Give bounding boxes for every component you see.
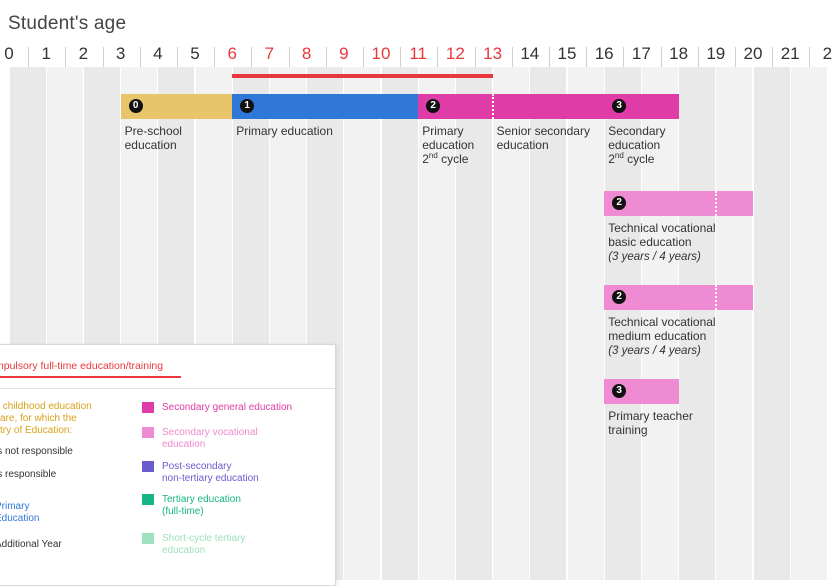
- age-tick-label: 10: [371, 44, 391, 63]
- tick-separator: [809, 47, 811, 67]
- legend-item-right: Secondary general education: [162, 402, 293, 413]
- tick-separator: [400, 47, 402, 67]
- legend-swatch: [142, 461, 154, 472]
- duration-note: (3 years / 4 years): [608, 345, 701, 357]
- age-tick-label: 0: [4, 44, 14, 63]
- age-tick-label: 7: [264, 44, 275, 63]
- age-tick-label: 6: [227, 44, 237, 63]
- bar-divider: [491, 94, 494, 119]
- tick-separator: [623, 47, 625, 67]
- age-tick-label: 8: [301, 44, 312, 63]
- bar-divider: [714, 285, 717, 310]
- legend-swatch: [142, 427, 154, 438]
- level-badge: 0: [128, 99, 143, 113]
- stage-label: Senior secondary education: [496, 124, 590, 152]
- legend-item-left: y childhood education care, for which the…: [0, 401, 92, 436]
- tick-separator: [139, 47, 141, 67]
- tick-separator: [511, 47, 513, 67]
- duration-note: (3 years / 4 years): [608, 251, 701, 263]
- legend-panel: mpulsory full-time education/training y c…: [0, 344, 336, 586]
- tick-separator: [586, 47, 588, 67]
- age-tick-label: 14: [520, 44, 540, 63]
- bar-label: Primary teacher training: [608, 409, 693, 437]
- bar-label: Technical vocational basic education (3 ye…: [608, 221, 716, 263]
- chart-title: Student's age: [8, 13, 127, 34]
- age-tick-label: 12: [445, 44, 465, 63]
- grid-column: [753, 67, 790, 580]
- legend-item-right: Post-secondary non-tertiary education: [162, 461, 259, 484]
- bar-label: Pre-school education: [124, 124, 182, 152]
- legend-swatch: [142, 494, 154, 505]
- tick-separator: [102, 47, 104, 67]
- age-tick-label: 4: [153, 44, 163, 63]
- grid-column: [716, 67, 753, 580]
- legend-item-left: Additional Year: [0, 539, 62, 550]
- tick-separator: [772, 47, 774, 67]
- tick-separator: [735, 47, 736, 67]
- age-tick-label: 19: [706, 44, 726, 63]
- legend-item-left: is responsible: [0, 469, 57, 480]
- age-tick-label: 2: [822, 44, 833, 63]
- bar-label: Primary education: [236, 124, 333, 138]
- age-tick-label: 1: [41, 44, 51, 63]
- age-tick-label: 20: [743, 44, 763, 63]
- tick-separator: [325, 47, 327, 67]
- bar-label: Secondary education 2nd cycle: [608, 124, 666, 166]
- tick-separator: [214, 47, 216, 67]
- age-tick-label: 15: [557, 44, 577, 63]
- age-tick-label: 16: [594, 44, 614, 63]
- age-tick-label: 21: [780, 44, 800, 63]
- age-tick-label: 11: [409, 44, 428, 63]
- age-tick-label: 9: [339, 44, 349, 63]
- compulsory-range-line: [232, 74, 493, 78]
- tick-separator: [251, 47, 253, 67]
- tick-separator: [65, 47, 67, 67]
- age-tick-label: 5: [190, 44, 200, 63]
- legend-item-left: is not responsible: [0, 446, 73, 457]
- grid-column: [790, 67, 827, 580]
- legend-divider: [0, 388, 335, 389]
- age-tick-label: 17: [631, 44, 651, 63]
- bar-divider: [714, 191, 717, 216]
- age-tick-label: 13: [483, 44, 503, 63]
- legend-item-right: Short-cycle tertiary education: [162, 533, 246, 556]
- tick-separator: [363, 47, 364, 67]
- tick-separator: [474, 47, 476, 67]
- legend-swatch: [142, 402, 154, 413]
- legend-item-left: PrimaryEducation: [0, 501, 40, 524]
- legend-swatch: [142, 533, 154, 544]
- tick-separator: [660, 47, 662, 67]
- legend-heading: mpulsory full-time education/training: [0, 360, 164, 372]
- grid-column: [344, 67, 381, 580]
- tick-separator: [28, 47, 30, 67]
- bar-label: Technical vocational medium education (3 y…: [608, 315, 716, 357]
- age-tick-label: 2: [78, 44, 89, 63]
- tick-separator: [437, 47, 439, 67]
- level-2-bar: [418, 94, 605, 119]
- level-2-bar: [604, 191, 753, 216]
- level-1-bar: [232, 94, 419, 119]
- legend-item-right: Secondary vocational education: [162, 427, 258, 450]
- grid-column: [381, 67, 418, 580]
- tick-separator: [288, 47, 290, 67]
- age-tick-label: 18: [669, 44, 689, 63]
- education-diagram: Student's age 0 1 2 3 4 5 6 7 8 9 10 11 12 13 14 15 16 17…: [0, 0, 836, 586]
- bar-label: Primary education 2nd cycle: [422, 124, 475, 166]
- tick-separator: [549, 47, 550, 67]
- age-tick-label: 3: [115, 44, 126, 63]
- level-2-bar: [604, 285, 753, 310]
- legend-heading-underline: [0, 376, 181, 378]
- tick-separator: [697, 47, 699, 67]
- tick-separator: [177, 47, 178, 67]
- legend-item-right: Tertiary education (full-time): [162, 494, 241, 517]
